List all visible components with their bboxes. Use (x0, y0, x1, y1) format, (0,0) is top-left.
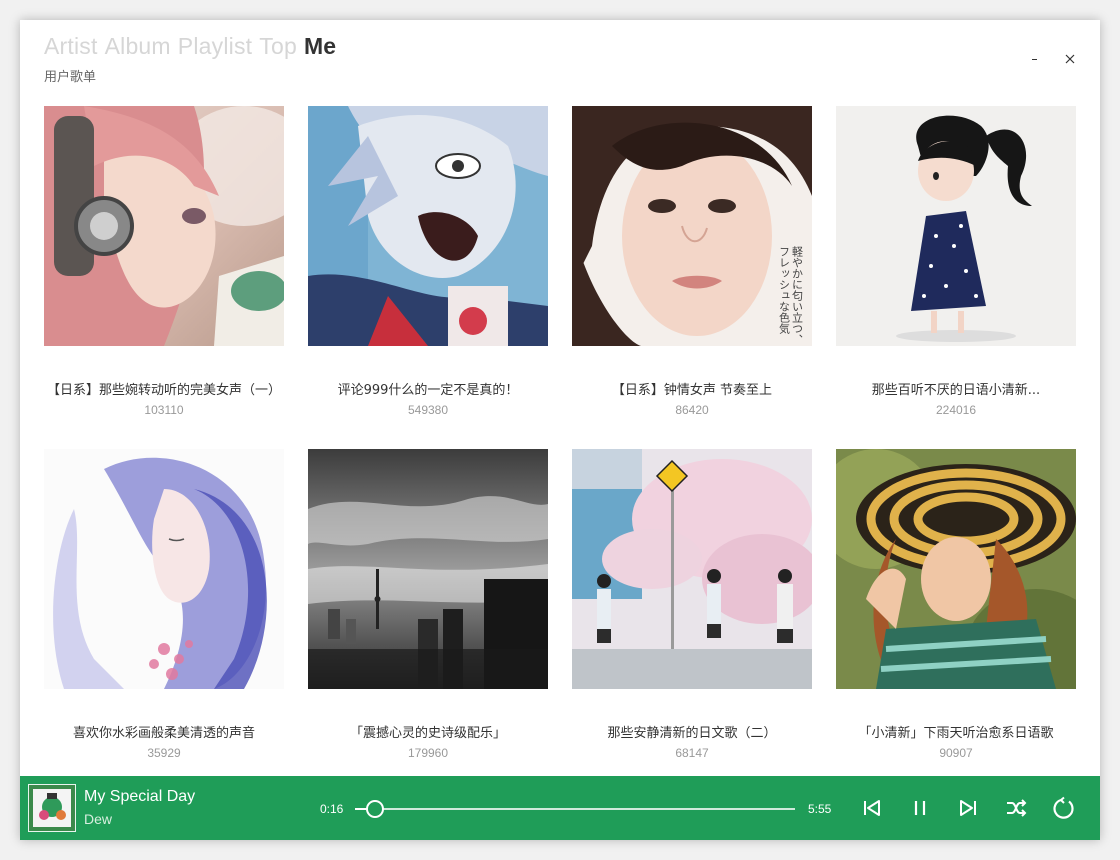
playlist-cover[interactable] (44, 449, 284, 689)
playlist-card[interactable]: 軽やかに匂い立つ、 フレッシュな色気 【日系】钟情女声 节奏至上 86420 (572, 106, 812, 426)
shuffle-icon (1007, 799, 1027, 817)
tab-me[interactable]: Me (304, 33, 336, 60)
tab-playlist[interactable]: Playlist (178, 33, 252, 60)
tab-album[interactable]: Album (105, 33, 171, 60)
progress-handle[interactable] (365, 800, 384, 818)
play-count: 549380 (407, 403, 449, 417)
player-bar: My Special Day Dew 0:16 5:55 (20, 776, 1100, 840)
total-time: 5:55 (808, 802, 832, 816)
playlist-cover[interactable] (308, 449, 548, 689)
svg-text:フレッシュな色気: フレッシュな色気 (778, 246, 791, 335)
app-window: Artist Album Playlist Top Me 用户歌单 【日系】那些… (20, 20, 1100, 840)
prev-icon (864, 800, 880, 816)
playlist-card[interactable]: 喜欢你水彩画般柔美清透的声音 35929 (44, 449, 284, 769)
close-icon (1065, 54, 1075, 64)
vertical-caption: 軽やかに匂い立つ、 フレッシュな色気 (778, 246, 804, 345)
minimize-icon (1032, 59, 1037, 60)
tab-artist[interactable]: Artist (44, 33, 98, 60)
page-subtitle: 用户歌单 (44, 70, 97, 85)
playlist-cover[interactable] (308, 106, 548, 346)
previous-button[interactable] (860, 796, 884, 820)
playlist-title[interactable]: 那些安静清新的日文歌（二） (562, 722, 822, 741)
playlist-cover[interactable] (836, 106, 1076, 346)
playlist-title[interactable]: 【日系】那些婉转动听的完美女声（一） (34, 379, 294, 398)
shuffle-button[interactable] (1004, 796, 1028, 820)
track-title: My Special Day (84, 788, 196, 805)
play-count: 35929 (147, 746, 181, 760)
play-count: 86420 (675, 403, 709, 417)
playlist-title[interactable]: 「小清新」下雨天听治愈系日语歌 (826, 722, 1086, 741)
playlist-card[interactable]: 「小清新」下雨天听治愈系日语歌 90907 (836, 449, 1076, 769)
pause-icon (914, 801, 926, 815)
next-icon (960, 800, 976, 816)
playlist-cover[interactable] (44, 106, 284, 346)
next-button[interactable] (956, 796, 980, 820)
progress-bar[interactable] (355, 800, 795, 818)
play-count: 103110 (144, 403, 184, 417)
playlist-cover[interactable]: 軽やかに匂い立つ、 フレッシュな色気 (572, 106, 812, 346)
playlist-card[interactable]: 【日系】那些婉转动听的完美女声（一） 103110 (44, 106, 284, 426)
playlist-title[interactable]: 那些百听不厌的日语小清新... (826, 379, 1086, 398)
playlist-card[interactable]: 那些安静清新的日文歌（二） 68147 (572, 449, 812, 769)
current-time: 0:16 (320, 802, 344, 816)
track-artist: Dew (84, 811, 113, 827)
playlist-cover[interactable] (572, 449, 812, 689)
repeat-icon (1053, 796, 1074, 819)
svg-text:軽やかに匂い立つ、: 軽やかに匂い立つ、 (791, 246, 804, 345)
repeat-button[interactable] (1052, 796, 1076, 820)
minimize-button[interactable] (1027, 51, 1043, 67)
pause-button[interactable] (908, 796, 932, 820)
playlist-card[interactable]: 评论999什么的一定不是真的！ 549380 (308, 106, 548, 426)
playlist-grid: 【日系】那些婉转动听的完美女声（一） 103110 评论999什么的一定不是真的… (44, 106, 1084, 766)
top-nav: Artist Album Playlist Top Me (44, 33, 343, 60)
play-count: 90907 (939, 746, 973, 760)
playlist-title[interactable]: 评论999什么的一定不是真的！ (298, 379, 558, 398)
tab-top[interactable]: Top (259, 33, 297, 60)
playlist-cover[interactable] (836, 449, 1076, 689)
playlist-title[interactable]: 【日系】钟情女声 节奏至上 (562, 379, 822, 398)
play-count: 179960 (407, 746, 449, 760)
play-count: 224016 (935, 403, 977, 417)
play-count: 68147 (675, 746, 709, 760)
playlist-card[interactable]: 那些百听不厌的日语小清新... 224016 (836, 106, 1076, 426)
playlist-title[interactable]: 喜欢你水彩画般柔美清透的声音 (34, 722, 294, 741)
now-playing-cover[interactable] (28, 784, 76, 832)
playlist-card[interactable]: 「震撼心灵的史诗级配乐」 179960 (308, 449, 548, 769)
playlist-title[interactable]: 「震撼心灵的史诗级配乐」 (298, 722, 558, 741)
close-button[interactable] (1062, 51, 1078, 67)
